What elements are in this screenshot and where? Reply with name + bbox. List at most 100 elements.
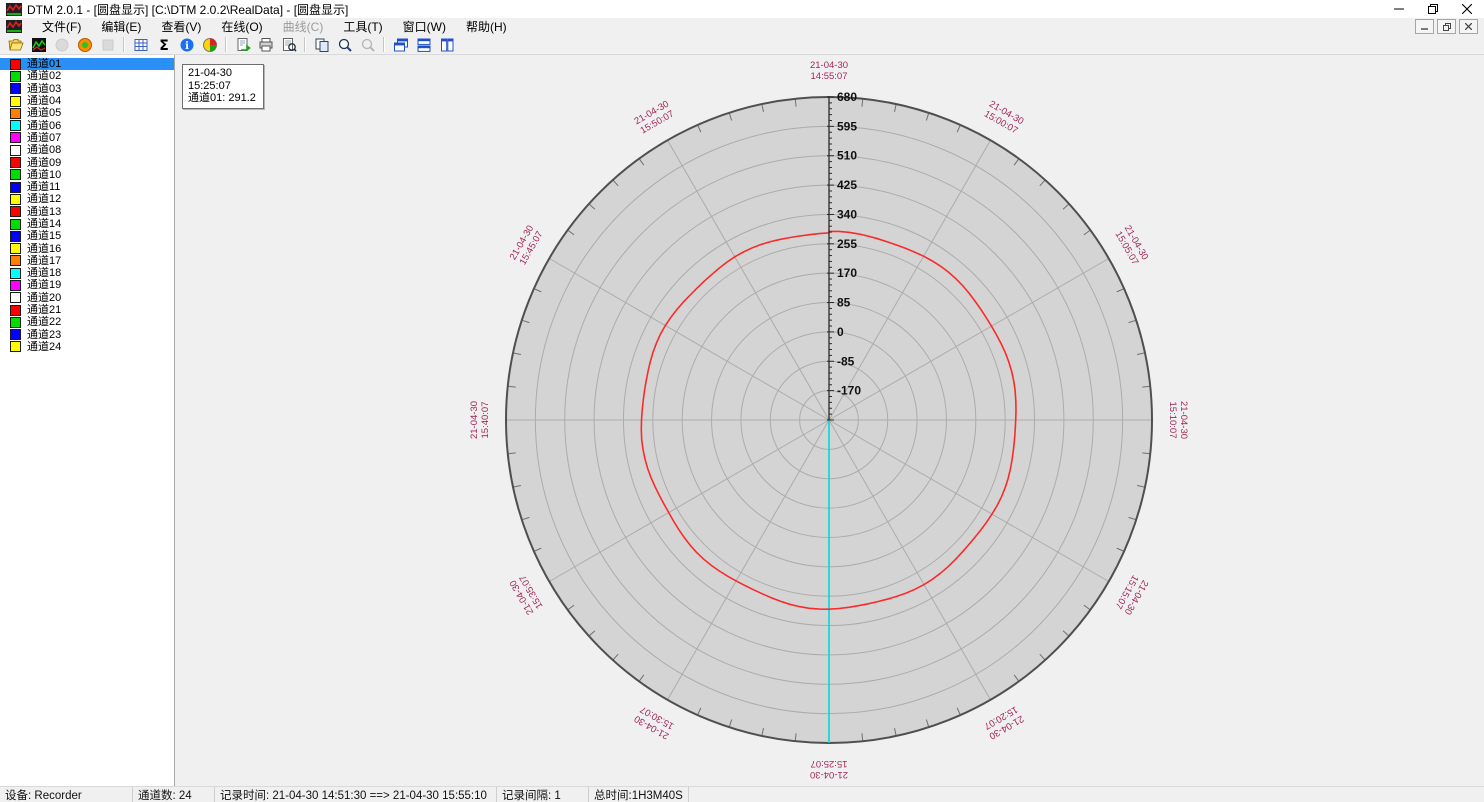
tile-horizontal-button[interactable] [413,36,434,54]
channel-list-item[interactable]: 通道24 [0,341,174,353]
data-tooltip: 21-04-30 15:25:07 通道01: 291.2 [182,64,264,109]
zoom-button[interactable] [334,36,355,54]
menu-view[interactable]: 查看(V) [151,19,211,35]
menu-edit[interactable]: 编辑(E) [91,19,151,35]
stop-icon [100,37,116,53]
channel-label: 通道19 [27,279,61,291]
channel-label: 通道09 [27,157,61,169]
radial-tick-label: 0 [837,325,844,339]
circular-chart-view[interactable]: 680595510425340255170850-85-17021-04-301… [175,55,1484,786]
open-file-button[interactable] [5,36,26,54]
polar-chart[interactable]: 680595510425340255170850-85-17021-04-301… [175,55,1483,786]
copy-icon [314,37,330,53]
menu-window[interactable]: 窗口(W) [393,19,456,35]
record-active-button[interactable] [74,36,95,54]
channel-list-item[interactable]: 通道03 [0,83,174,95]
menu-tools[interactable]: 工具(T) [333,19,392,35]
channel-list-item[interactable]: 通道05 [0,107,174,119]
mdi-restore-button[interactable] [1437,19,1456,34]
status-field-2: 记录时间: 21-04-30 14:51:30 ==> 21-04-30 15:… [215,787,497,802]
channel-color-swatch [10,194,21,205]
channel-list-item[interactable]: 通道04 [0,95,174,107]
svg-text:i: i [185,41,189,52]
channel-label: 通道21 [27,304,61,316]
channel-list-item[interactable]: 通道19 [0,279,174,291]
tile-vertical-button[interactable] [436,36,457,54]
data-grid-button[interactable] [130,36,151,54]
channel-color-swatch [10,169,21,180]
mdi-minimize-button[interactable] [1415,19,1434,34]
radial-tick-label: 170 [837,266,857,280]
channel-list-item[interactable]: 通道11 [0,181,174,193]
channel-list-item[interactable]: 通道13 [0,206,174,218]
channel-list-item[interactable]: 通道18 [0,267,174,279]
title-bar: DTM 2.0.1 - [圆盘显示] [C:\DTM 2.0.2\RealDat… [0,0,1484,19]
minimize-button[interactable] [1382,0,1416,18]
toolbar-separator [123,37,125,52]
zoom-reset-button [357,36,378,54]
channel-list-item[interactable]: 通道14 [0,218,174,230]
application-window: DTM 2.0.1 - [圆盘显示] [C:\DTM 2.0.2\RealDat… [0,0,1484,802]
channel-list-item[interactable]: 通道22 [0,316,174,328]
status-field-4: 总时间:1H3M40S [589,787,689,802]
angle-time-label: 21-04-3015:15:07 [1112,573,1150,617]
menu-bar: 文件(F)编辑(E)查看(V)在线(O)曲线(C)工具(T)窗口(W)帮助(H) [0,18,1484,35]
pie-chart-icon [202,37,218,53]
channel-list-item[interactable]: 通道10 [0,169,174,181]
menus: 文件(F)编辑(E)查看(V)在线(O)曲线(C)工具(T)窗口(W)帮助(H) [32,18,517,35]
channel-list-item[interactable]: 通道20 [0,292,174,304]
print-preview-button[interactable] [278,36,299,54]
zoom-icon [337,37,353,53]
channel-color-swatch [10,243,21,254]
toolbar: Σi [0,35,1484,55]
channel-list-item[interactable]: 通道09 [0,156,174,168]
channel-label: 通道08 [27,144,61,156]
channel-list-item[interactable]: 通道16 [0,242,174,254]
menu-curve[interactable]: 曲线(C) [273,19,334,35]
channel-list-item[interactable]: 通道07 [0,132,174,144]
close-button[interactable] [1450,0,1484,18]
channel-color-swatch [10,96,21,107]
channel-list-item[interactable]: 通道23 [0,329,174,341]
channel-color-swatch [10,255,21,266]
channel-list-item[interactable]: 通道01 [0,58,174,70]
toolbar-separator [383,37,385,52]
cascade-windows-icon [393,37,409,53]
pie-chart-button[interactable] [199,36,220,54]
channel-color-swatch [10,268,21,279]
channel-list-item[interactable]: 通道15 [0,230,174,242]
radial-tick-label: 85 [837,296,851,310]
angle-time-label: 21-04-3015:20:07 [982,703,1026,741]
print-button[interactable] [255,36,276,54]
channel-label: 通道13 [27,206,61,218]
svg-text:21-04-30: 21-04-30 [810,60,848,71]
channel-label: 通道22 [27,316,61,328]
channel-list-item[interactable]: 通道08 [0,144,174,156]
channel-list-item[interactable]: 通道12 [0,193,174,205]
sum-sigma-button[interactable]: Σ [153,36,174,54]
channel-label: 通道24 [27,341,61,353]
menu-help[interactable]: 帮助(H) [456,19,517,35]
mdi-close-button[interactable] [1459,19,1478,34]
channel-color-swatch [10,231,21,242]
channel-color-swatch [10,59,21,70]
info-button[interactable]: i [176,36,197,54]
svg-text:15:25:07: 15:25:07 [811,758,848,769]
menu-file[interactable]: 文件(F) [32,19,91,35]
mdi-child-icon[interactable] [6,20,22,33]
channel-list-item[interactable]: 通道17 [0,255,174,267]
trend-chart-button[interactable] [28,36,49,54]
channel-list-item[interactable]: 通道02 [0,70,174,82]
export-icon [235,37,251,53]
angle-time-label: 21-04-3015:25:07 [810,758,848,780]
channel-list-item[interactable]: 通道06 [0,119,174,131]
svg-text:Σ: Σ [159,38,169,53]
copy-button[interactable] [311,36,332,54]
restore-button[interactable] [1416,0,1450,18]
menu-online[interactable]: 在线(O) [211,19,272,35]
channel-list-item[interactable]: 通道21 [0,304,174,316]
export-button[interactable] [232,36,253,54]
angle-time-label: 21-04-3015:45:07 [508,224,546,268]
cascade-windows-button[interactable] [390,36,411,54]
data-grid-icon [133,37,149,53]
